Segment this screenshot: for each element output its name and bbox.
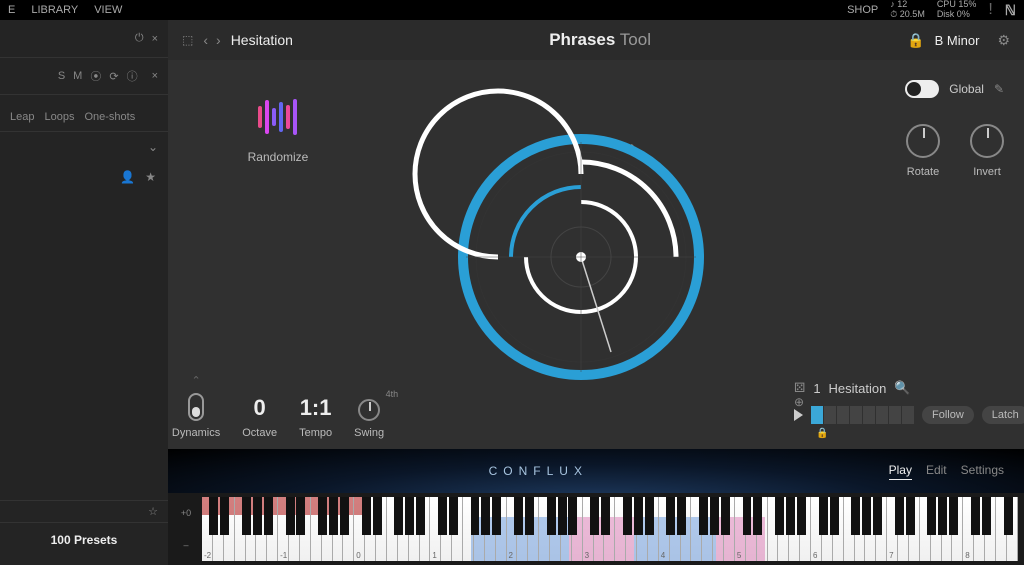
plugin-title: Phrases Tool	[303, 30, 897, 50]
tempo-stat: ♪ 12 ⏱ 20.5M	[890, 0, 925, 20]
close-icon[interactable]: ×	[152, 70, 158, 82]
randomize-label: Randomize	[248, 150, 309, 164]
edit-icon[interactable]: ✎	[994, 82, 1004, 96]
tab-play[interactable]: Play	[889, 463, 912, 480]
randomize-icon[interactable]	[255, 94, 301, 140]
collapse-icon[interactable]: ⌄	[0, 132, 168, 162]
menu-view[interactable]: VIEW	[94, 4, 122, 16]
preset-count[interactable]: 100 Presets	[0, 522, 168, 557]
invert-knob[interactable]	[970, 124, 1004, 158]
tab-edit[interactable]: Edit	[926, 463, 947, 480]
cube-icon[interactable]: ⬚	[182, 33, 193, 47]
piano-keyboard[interactable]: -2-1012345678	[202, 497, 1018, 561]
tab-leap[interactable]: Leap	[10, 111, 34, 123]
info-icon[interactable]: ⓘ	[127, 68, 138, 84]
transpose-up[interactable]: +0	[174, 508, 198, 518]
lock-icon[interactable]: 🔒	[907, 32, 924, 49]
instrument-header: ⬚ ‹ › Hesitation Phrases Tool 🔒 B Minor …	[168, 20, 1024, 60]
lock-small-icon[interactable]: 🔒	[816, 428, 1004, 439]
pattern-number: 1	[813, 381, 820, 396]
transpose-down[interactable]: –	[174, 540, 198, 550]
shop-link[interactable]: SHOP	[847, 4, 878, 16]
user-icon[interactable]: 👤	[120, 170, 135, 184]
pattern-name[interactable]: Hesitation	[829, 381, 887, 396]
menu-file[interactable]: E	[8, 4, 15, 16]
play-button[interactable]	[794, 409, 803, 421]
conflux-logo: CONFLUX	[188, 464, 889, 478]
phrase-wheel[interactable]	[456, 132, 706, 382]
rotate-label: Rotate	[907, 166, 939, 178]
search-icon[interactable]: 🔍	[894, 380, 910, 396]
favorite-icon[interactable]: ☆	[148, 505, 158, 518]
top-menu-bar: E LIBRARY VIEW SHOP ♪ 12 ⏱ 20.5M CPU 15%…	[0, 0, 1024, 20]
next-preset-button[interactable]: ›	[216, 32, 221, 48]
left-sidebar: ⏻ × S M ⦿ ⟳ ⓘ × Leap Loops One-shots ⌄ 👤…	[0, 20, 168, 565]
solo-button[interactable]: S	[58, 70, 65, 82]
chevron-up-icon[interactable]: ⌃	[191, 374, 200, 387]
latch-button[interactable]: Latch	[982, 406, 1024, 424]
dynamics-slider[interactable]	[188, 393, 204, 421]
brand-icon: ℕ	[1005, 2, 1016, 19]
star-icon[interactable]: ★	[145, 170, 156, 184]
menu-library[interactable]: LIBRARY	[31, 4, 78, 16]
step-sequencer[interactable]	[811, 406, 914, 424]
invert-label: Invert	[973, 166, 1001, 178]
global-label: Global	[949, 82, 984, 96]
global-toggle[interactable]	[905, 80, 939, 98]
tempo-label: Tempo	[299, 427, 332, 439]
conflux-bar: CONFLUX Play Edit Settings	[168, 449, 1024, 493]
octave-label: Octave	[242, 427, 277, 439]
keyboard-panel: +0 – -2-1012345678	[168, 493, 1024, 565]
follow-button[interactable]: Follow	[922, 406, 974, 424]
prev-preset-button[interactable]: ‹	[203, 32, 208, 48]
close-icon[interactable]: ×	[152, 33, 158, 45]
tempo-value[interactable]: 1:1	[300, 395, 332, 421]
mute-button[interactable]: M	[73, 70, 82, 82]
key-display[interactable]: B Minor	[935, 33, 980, 48]
loop-icon[interactable]: ⟳	[109, 70, 118, 83]
octave-value[interactable]: 0	[254, 395, 266, 421]
tab-oneshots[interactable]: One-shots	[84, 111, 135, 123]
dice-icon[interactable]: ⚄	[794, 380, 805, 396]
gear-icon[interactable]: ⚙	[997, 32, 1010, 49]
tab-settings[interactable]: Settings	[961, 463, 1004, 480]
cpu-stat: CPU 15% Disk 0%	[937, 0, 977, 20]
dynamics-label: Dynamics	[172, 427, 220, 439]
alert-icon[interactable]: !	[988, 1, 992, 19]
rotate-knob[interactable]	[906, 124, 940, 158]
tab-loops[interactable]: Loops	[44, 111, 74, 123]
record-icon[interactable]: ⦿	[90, 68, 101, 84]
preset-name[interactable]: Hesitation	[231, 32, 293, 48]
target-icon[interactable]: ⊕	[794, 395, 804, 409]
power-icon[interactable]: ⏻	[135, 32, 144, 45]
